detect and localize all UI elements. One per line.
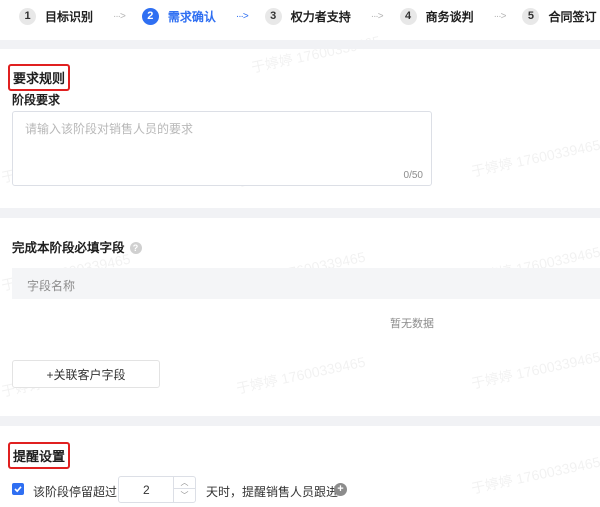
days-stepper[interactable]: 2 ︿ ﹀ (118, 476, 196, 503)
step-requirement-confirmation[interactable]: 2 需求确认 (141, 0, 216, 32)
textarea-placeholder: 请输入该阶段对销售人员的要求 (25, 122, 194, 136)
reminder-section-title: 提醒设置 (8, 442, 71, 469)
help-icon[interactable]: ? (129, 242, 142, 254)
section-divider (0, 208, 600, 218)
fields-table-header: 字段名称 (12, 268, 600, 299)
stage-requirement-textarea[interactable]: 请输入该阶段对销售人员的要求 0/50 (12, 111, 432, 186)
check-icon (14, 486, 22, 493)
section-divider (0, 416, 600, 426)
step-label: 商务谈判 (425, 9, 474, 24)
reminder-suffix-text: 天时，提醒销售人员跟进 (206, 485, 339, 499)
stage-requirement-label: 阶段要求 (12, 93, 61, 107)
step-arrow: ···> (370, 10, 384, 22)
chevron-up-icon[interactable]: ︿ (174, 477, 195, 489)
stage-steps: 1 目标识别 ···> 2 需求确认 ···> 3 权力者支持 ···> 4 商… (0, 0, 600, 32)
step-label: 权力者支持 (290, 9, 351, 24)
step-number: 5 (522, 7, 540, 25)
step-number: 3 (264, 7, 282, 25)
column-header-field-name: 字段名称 (27, 279, 76, 293)
reminder-checkbox[interactable] (12, 483, 24, 495)
step-number: 1 (19, 7, 36, 25)
link-customer-field-button[interactable]: +关联客户字段 (12, 360, 160, 388)
step-contract-signing[interactable]: 5 合同签订 (522, 0, 596, 32)
step-number: 4 (399, 7, 417, 25)
stepper-controls: ︿ ﹀ (173, 477, 195, 502)
empty-state-text: 暂无数据 (390, 318, 434, 330)
watermark: 于婷婷 17600339465 (469, 136, 600, 180)
step-number: 2 (141, 7, 159, 25)
chevron-down-icon[interactable]: ﹀ (174, 489, 195, 501)
reminder-prefix-text: 该阶段停留超过 (33, 485, 118, 499)
days-value[interactable]: 2 (143, 483, 150, 497)
requirements-section-title: 要求规则 (8, 64, 71, 91)
step-arrow: ···> (493, 10, 507, 22)
watermark: 于婷婷 17600339465 (234, 353, 367, 397)
step-arrow: ···> (235, 10, 249, 22)
step-business-negotiation[interactable]: 4 商务谈判 (399, 0, 474, 32)
required-fields-title: 完成本阶段必填字段? (12, 237, 142, 256)
step-target-identification[interactable]: 1 目标识别 (19, 0, 93, 32)
watermark: 于婷婷 17600339465 (249, 32, 382, 76)
watermark: 于婷婷 17600339465 (469, 348, 600, 392)
step-label: 需求确认 (167, 9, 216, 24)
required-fields-title-text: 完成本阶段必填字段 (12, 241, 125, 255)
add-reminder-icon[interactable]: + (334, 483, 347, 496)
watermark: 于婷婷 17600339465 (469, 453, 600, 497)
step-label: 合同签订 (548, 9, 597, 24)
step-authority-support[interactable]: 3 权力者支持 (264, 0, 351, 32)
char-counter: 0/50 (403, 170, 423, 181)
step-arrow: ···> (113, 10, 126, 22)
step-label: 目标识别 (45, 9, 94, 24)
section-divider (0, 40, 600, 49)
